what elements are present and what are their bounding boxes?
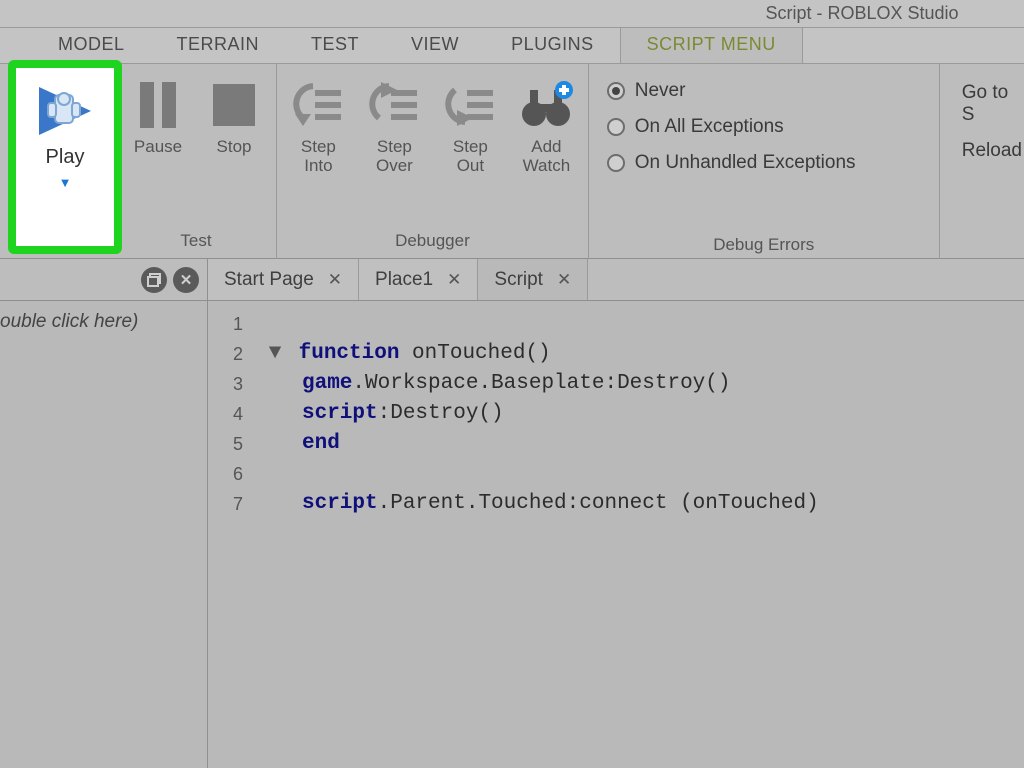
- close-tab-icon[interactable]: ✕: [447, 270, 461, 290]
- play-dropdown-icon[interactable]: ▼: [59, 175, 72, 190]
- window-titlebar: Script - ROBLOX Studio: [0, 0, 1024, 28]
- ribbon-group-debugger: Step Into Step Over: [277, 64, 589, 259]
- code-text: .Workspace.Baseplate:Destroy(): [352, 372, 730, 395]
- window-title: Script - ROBLOX Studio: [765, 3, 958, 24]
- fold-icon[interactable]: ▼: [266, 339, 284, 369]
- keyword: script: [302, 492, 378, 515]
- stop-label: Stop: [217, 138, 252, 157]
- doc-tab-label: Start Page: [224, 269, 314, 291]
- step-into-icon: [287, 74, 349, 136]
- code-text: :Destroy(): [378, 402, 504, 425]
- goto-script-error-link[interactable]: Go to S: [962, 82, 1024, 126]
- step-over-label: Step Over: [376, 138, 413, 175]
- radio-unchecked-icon: [607, 154, 625, 172]
- close-tab-icon[interactable]: ✕: [557, 270, 571, 290]
- doc-tab-label: Script: [494, 269, 543, 291]
- doc-tab-script[interactable]: Script ✕: [478, 259, 588, 300]
- sidebar-close-icon[interactable]: ✕: [173, 267, 199, 293]
- ribbon-tab-model[interactable]: MODEL: [32, 28, 151, 63]
- ribbon-body: Play ▼ Pause Stop Test: [0, 64, 1024, 259]
- debug-errors-on-all[interactable]: On All Exceptions: [607, 116, 784, 138]
- pause-label: Pause: [134, 138, 182, 157]
- step-out-label: Step Out: [453, 138, 488, 175]
- radio-unchecked-icon: [607, 118, 625, 136]
- debug-errors-never[interactable]: Never: [607, 80, 686, 102]
- keyword: function: [299, 342, 400, 365]
- line-number-gutter: 1234567: [208, 301, 254, 768]
- step-out-icon: [439, 74, 501, 136]
- play-label: Play: [46, 146, 85, 169]
- doc-tab-label: Place1: [375, 269, 433, 291]
- sidebar-restore-icon[interactable]: [141, 267, 167, 293]
- add-watch-button[interactable]: Add Watch: [515, 70, 577, 175]
- debug-errors-on-all-label: On All Exceptions: [635, 116, 784, 138]
- step-into-label: Step Into: [301, 138, 336, 175]
- radio-checked-icon: [607, 82, 625, 100]
- main-area: ✕ ouble click here) Start Page ✕ Place1 …: [0, 259, 1024, 768]
- pause-icon: [127, 74, 189, 136]
- ribbon-group-debug-errors: Never On All Exceptions On Unhandled Exc…: [589, 64, 940, 259]
- step-over-icon: [363, 74, 425, 136]
- reload-link[interactable]: Reload: [962, 140, 1024, 162]
- group-caption-test: Test: [180, 231, 211, 255]
- group-caption-debug-errors: Debug Errors: [713, 235, 814, 259]
- explorer-sidebar: ✕ ouble click here): [0, 259, 208, 768]
- ribbon-right-links: Go to S Reload: [940, 64, 1024, 258]
- editor-column: Start Page ✕ Place1 ✕ Script ✕ 1234567 ▼…: [208, 259, 1024, 768]
- add-watch-label: Add Watch: [523, 138, 571, 175]
- code-text: onTouched(): [399, 342, 550, 365]
- keyword: game: [302, 372, 352, 395]
- close-tab-icon[interactable]: ✕: [328, 270, 342, 290]
- binoculars-plus-icon: [515, 74, 577, 136]
- keyword: end: [302, 432, 340, 455]
- code-content[interactable]: ▼ function onTouched() game.Workspace.Ba…: [254, 301, 819, 768]
- ribbon-tab-test[interactable]: TEST: [285, 28, 385, 63]
- play-button-highlight[interactable]: Play ▼: [8, 60, 122, 254]
- code-editor[interactable]: 1234567 ▼ function onTouched() game.Work…: [208, 301, 1024, 768]
- stop-icon: [203, 74, 265, 136]
- ribbon-tab-script-menu[interactable]: SCRIPT MENU: [620, 27, 803, 63]
- pause-button[interactable]: Pause: [127, 70, 189, 157]
- step-into-button[interactable]: Step Into: [287, 70, 349, 175]
- ribbon-tab-view[interactable]: VIEW: [385, 28, 485, 63]
- group-caption-debugger: Debugger: [395, 231, 470, 255]
- keyword: script: [302, 402, 378, 425]
- debug-errors-on-unhandled-label: On Unhandled Exceptions: [635, 152, 856, 174]
- debug-errors-never-label: Never: [635, 80, 686, 102]
- ribbon-tab-plugins[interactable]: PLUGINS: [485, 28, 620, 63]
- sidebar-filter-hint[interactable]: ouble click here): [0, 301, 207, 333]
- step-out-button[interactable]: Step Out: [439, 70, 501, 175]
- step-over-button[interactable]: Step Over: [363, 70, 425, 175]
- play-icon: [33, 76, 97, 146]
- doc-tab-place1[interactable]: Place1 ✕: [359, 259, 478, 300]
- ribbon-tab-strip: MODEL TERRAIN TEST VIEW PLUGINS SCRIPT M…: [0, 28, 1024, 64]
- ribbon-tab-terrain[interactable]: TERRAIN: [151, 28, 286, 63]
- stop-button[interactable]: Stop: [203, 70, 265, 157]
- document-tab-strip: Start Page ✕ Place1 ✕ Script ✕: [208, 259, 1024, 301]
- sidebar-header: ✕: [0, 259, 207, 301]
- debug-errors-on-unhandled[interactable]: On Unhandled Exceptions: [607, 152, 856, 174]
- doc-tab-start-page[interactable]: Start Page ✕: [208, 259, 359, 300]
- code-text: .Parent.Touched:connect (onTouched): [378, 492, 819, 515]
